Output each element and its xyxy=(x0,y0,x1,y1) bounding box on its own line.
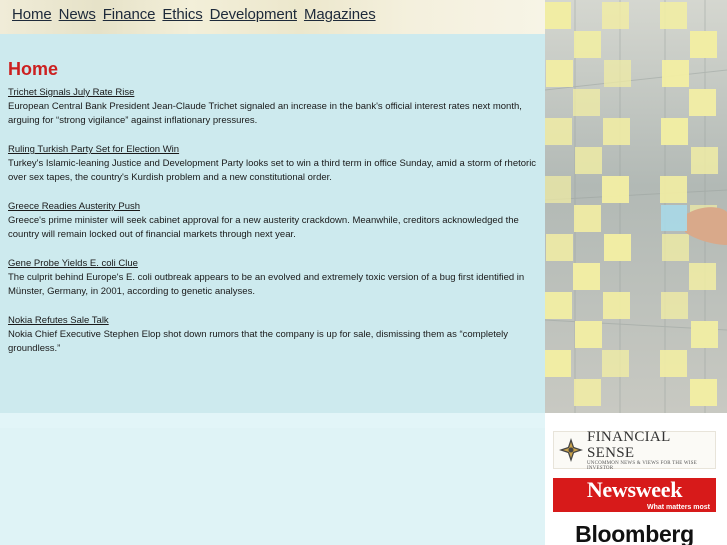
article-headline-link[interactable]: Gene Probe Yields E. coli Clue xyxy=(8,257,542,270)
nav-link-home[interactable]: Home xyxy=(12,6,52,23)
sticky-note xyxy=(689,89,716,116)
article-summary: Greece's prime minister will seek cabine… xyxy=(8,215,519,240)
sticky-note xyxy=(602,2,629,29)
newsweek-name: Newsweek xyxy=(586,477,683,502)
financial-sense-tagline: UNCOMMON NEWS & VIEWS FOR THE WISE INVES… xyxy=(587,461,697,471)
nav-link-finance[interactable]: Finance xyxy=(103,6,156,23)
article-item: Ruling Turkish Party Set for Election Wi… xyxy=(8,143,542,185)
sticky-note xyxy=(546,234,573,261)
sticky-note xyxy=(661,118,688,145)
article-headline-link[interactable]: Trichet Signals July Rate Rise xyxy=(8,86,542,99)
nav-link-development[interactable]: Development xyxy=(210,6,297,23)
article-list: Trichet Signals July Rate Rise European … xyxy=(8,86,542,371)
sticky-note xyxy=(574,379,601,406)
page-title: Home xyxy=(8,59,59,79)
article-summary: Nokia Chief Executive Stephen Elop shot … xyxy=(8,329,509,354)
sticky-notes-photo xyxy=(545,0,727,413)
financial-sense-emblem-icon xyxy=(559,438,583,462)
sticky-note xyxy=(691,321,718,348)
sticky-note xyxy=(662,234,689,261)
sticky-note xyxy=(662,60,689,87)
financial-sense-name: FINANCIAL SENSE xyxy=(587,429,670,461)
bloomberg-logo[interactable]: Bloomberg xyxy=(553,519,716,545)
sticky-note xyxy=(545,292,572,319)
article-summary: The culprit behind Europe's E. coli outb… xyxy=(8,272,525,297)
sticky-note xyxy=(575,321,602,348)
newsweek-tagline: What matters most xyxy=(646,504,710,511)
sticky-note xyxy=(660,350,687,377)
article-item: Trichet Signals July Rate Rise European … xyxy=(8,86,542,128)
financial-sense-text: FINANCIAL SENSE UNCOMMON NEWS & VIEWS FO… xyxy=(587,429,715,471)
sticky-note xyxy=(545,176,571,203)
article-item: Nokia Refutes Sale Talk Nokia Chief Exec… xyxy=(8,314,542,356)
sticky-note xyxy=(603,118,630,145)
sticky-note xyxy=(574,205,601,232)
sticky-note xyxy=(602,350,629,377)
financial-sense-logo[interactable]: FINANCIAL SENSE UNCOMMON NEWS & VIEWS FO… xyxy=(553,429,716,471)
sticky-note xyxy=(574,31,601,58)
sticky-note xyxy=(690,31,717,58)
nav-links: Home News Finance Ethics Development Mag… xyxy=(12,6,376,23)
sticky-note xyxy=(690,379,717,406)
sticky-note xyxy=(545,118,572,145)
sticky-note xyxy=(575,147,602,174)
lower-content-area xyxy=(0,428,545,545)
nav-link-news[interactable]: News xyxy=(59,6,96,23)
nav-link-magazines[interactable]: Magazines xyxy=(304,6,376,23)
article-headline-link[interactable]: Greece Readies Austerity Push xyxy=(8,200,542,213)
article-headline-link[interactable]: Ruling Turkish Party Set for Election Wi… xyxy=(8,143,542,156)
nav-link-ethics[interactable]: Ethics xyxy=(162,6,202,23)
newsweek-logo[interactable]: Newsweek What matters most xyxy=(553,478,716,512)
sticky-note xyxy=(691,147,718,174)
article-summary: European Central Bank President Jean-Cla… xyxy=(8,101,522,126)
sticky-note xyxy=(660,176,687,203)
sticky-note xyxy=(545,2,571,29)
sticky-note xyxy=(689,263,716,290)
sticky-note xyxy=(661,292,688,319)
sticky-note xyxy=(545,350,571,377)
sticky-note xyxy=(573,263,600,290)
sticky-note xyxy=(602,176,629,203)
article-item: Greece Readies Austerity Push Greece's p… xyxy=(8,200,542,242)
sticky-note xyxy=(573,89,600,116)
sticky-notes-photo-graphic xyxy=(545,0,727,413)
bloomberg-name: Bloomberg xyxy=(575,521,694,545)
article-headline-link[interactable]: Nokia Refutes Sale Talk xyxy=(8,314,542,327)
sticky-note xyxy=(604,60,631,87)
sticky-note xyxy=(546,60,573,87)
article-summary: Turkey's Islamic-leaning Justice and Dev… xyxy=(8,158,537,183)
sticky-note xyxy=(603,292,630,319)
sticky-note xyxy=(660,2,687,29)
article-item: Gene Probe Yields E. coli Clue The culpr… xyxy=(8,257,542,299)
top-nav-bar: Home News Finance Ethics Development Mag… xyxy=(0,0,545,34)
sticky-note xyxy=(604,234,631,261)
